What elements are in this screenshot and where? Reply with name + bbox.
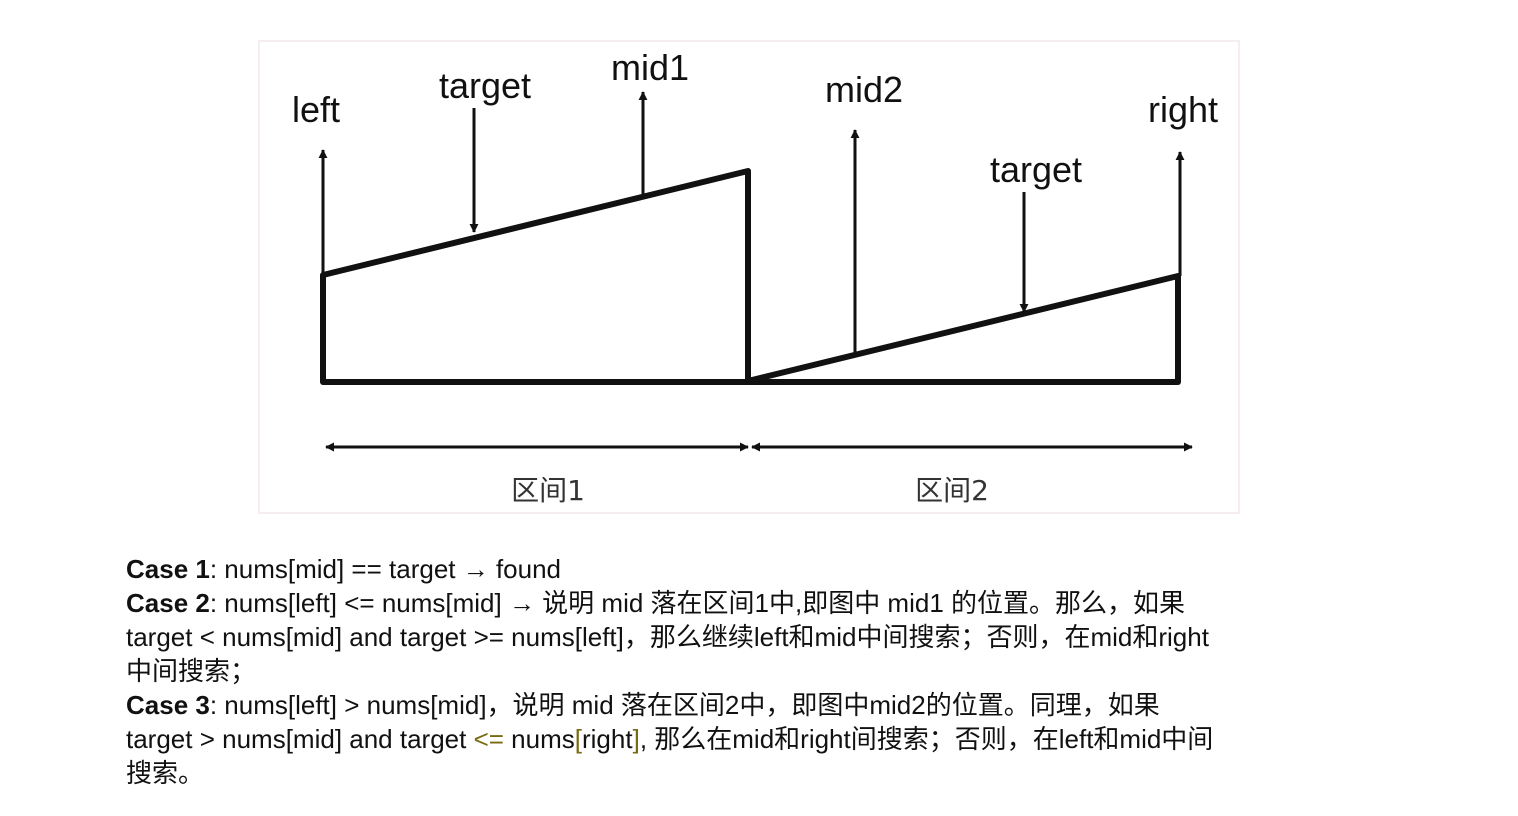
case2-line1: Case 2: nums[left] <= nums[mid] → 说明 mid… (126, 586, 1386, 620)
case3-text-2c: right (582, 724, 633, 754)
case3-text-2a: target > nums[mid] and target (126, 724, 474, 754)
binary-search-diagram: left target mid1 mid2 target right 区间1 区… (292, 47, 1218, 507)
case3-title: Case 3 (126, 690, 210, 720)
case3-highlight-bracket-close: ] (632, 724, 640, 754)
case3-text-2b: nums (503, 724, 575, 754)
right-label: right (1148, 89, 1218, 130)
case2-text-3: 中间搜索； (126, 656, 257, 686)
explanation-text: Case 1: nums[mid] == target → found Case… (126, 552, 1386, 790)
case2-text-1: : nums[left] <= nums[mid] → 说明 mid 落在区间1… (209, 588, 1186, 618)
case1-line: Case 1: nums[mid] == target → found (126, 552, 1386, 586)
case3-highlight-bracket-open: [ (574, 724, 582, 754)
case3-text-3: 搜索。 (126, 758, 205, 788)
target2-label: target (990, 149, 1082, 190)
case2-text-2: target < nums[mid] and target >= nums[le… (126, 622, 1209, 652)
case1-title: Case 1 (126, 554, 210, 584)
mid1-label: mid1 (611, 47, 689, 88)
zone1-label: 区间1 (511, 474, 585, 507)
zone2-label: 区间2 (915, 474, 989, 507)
case2-line2: target < nums[mid] and target >= nums[le… (126, 620, 1386, 654)
case3-line1: Case 3: nums[left] > nums[mid]，说明 mid 落在… (126, 688, 1386, 722)
case3-line2: target > nums[mid] and target <= nums[ri… (126, 722, 1386, 756)
mid2-label: mid2 (825, 69, 903, 110)
case3-line3: 搜索。 (126, 756, 1386, 790)
case3-text-2d: , 那么在mid和right间搜索；否则，在left和mid中间 (639, 724, 1214, 754)
case2-title: Case 2 (126, 588, 210, 618)
case3-highlight-op: <= (473, 724, 504, 754)
case3-text-1: : nums[left] > nums[mid]，说明 mid 落在区间2中，即… (209, 690, 1160, 720)
segment2-slope (749, 273, 1181, 383)
case1-text: : nums[mid] == target → found (209, 554, 562, 584)
case2-line3: 中间搜索； (126, 654, 1386, 688)
segment1-slope (320, 168, 751, 278)
left-label: left (292, 89, 340, 130)
target1-label: target (439, 65, 531, 106)
